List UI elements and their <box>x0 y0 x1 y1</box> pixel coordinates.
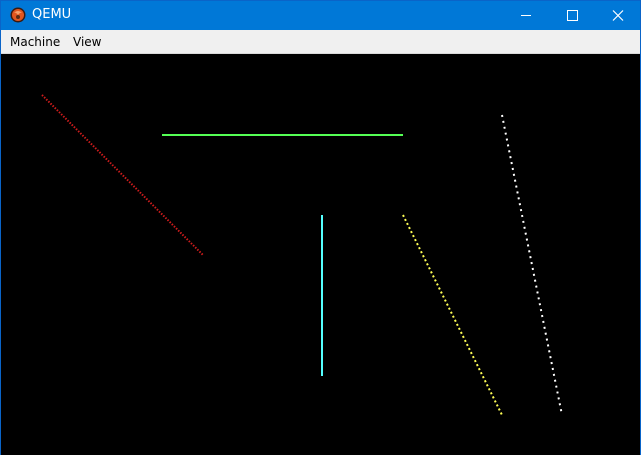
maximize-icon <box>567 10 578 21</box>
qemu-logo-icon <box>10 7 26 23</box>
window-title: QEMU <box>32 7 72 22</box>
display-canvas <box>41 94 563 416</box>
close-icon <box>612 10 624 21</box>
menu-view[interactable]: View <box>67 30 107 54</box>
white-dotted-diagonal-line <box>501 114 563 416</box>
yellow-dotted-diagonal-line <box>402 214 503 416</box>
maximize-button[interactable] <box>549 1 595 30</box>
minimize-icon <box>521 15 531 16</box>
menu-bar: Machine View <box>1 30 640 54</box>
minimize-button[interactable] <box>503 1 549 30</box>
qemu-window: QEMU Machine View <box>0 0 641 455</box>
title-bar[interactable]: QEMU <box>1 1 640 30</box>
close-button[interactable] <box>595 1 641 30</box>
menu-machine[interactable]: Machine <box>4 30 66 54</box>
red-dotted-diagonal-line <box>41 94 204 256</box>
guest-display[interactable] <box>1 54 640 455</box>
